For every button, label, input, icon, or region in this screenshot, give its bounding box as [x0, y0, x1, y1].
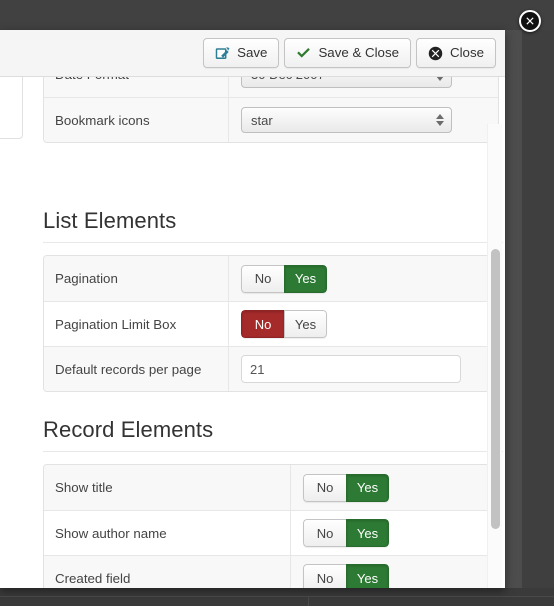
- date-format-select[interactable]: 30 Dec 2007: [241, 77, 452, 88]
- row-control: 30 Dec 2007: [229, 77, 498, 97]
- close-button-label: Close: [450, 45, 484, 61]
- modal-close-icon-button[interactable]: [519, 10, 541, 32]
- pagination-limit-box-toggle-yes[interactable]: Yes: [284, 310, 327, 338]
- pagination-toggle-yes[interactable]: Yes: [284, 264, 327, 293]
- table-row: Default records per page: [44, 346, 498, 391]
- section-title: List Elements: [43, 208, 177, 233]
- save-and-close-button-label: Save & Close: [318, 45, 399, 61]
- record-elements-table: Show title No Yes Show author name No Ye…: [43, 464, 497, 588]
- chevron-updown-icon: [436, 114, 444, 126]
- section-header-record-elements: Record Elements: [43, 417, 503, 452]
- row-control: [229, 347, 498, 391]
- row-label: Pagination Limit Box: [44, 302, 229, 346]
- pagination-limit-box-toggle-no[interactable]: No: [241, 310, 284, 338]
- table-row: Pagination Limit Box No Yes: [44, 301, 498, 346]
- show-title-toggle[interactable]: No Yes: [303, 473, 389, 502]
- table-row: Show author name No Yes: [44, 510, 496, 555]
- show-title-toggle-no[interactable]: No: [303, 473, 346, 502]
- row-control: star: [229, 98, 498, 142]
- close-button[interactable]: Close: [416, 38, 496, 68]
- section-divider: [43, 242, 503, 243]
- chevron-updown-icon: [436, 77, 444, 81]
- created-field-toggle-yes[interactable]: Yes: [346, 564, 389, 588]
- scrollbar-thumb[interactable]: [491, 249, 500, 529]
- pagination-toggle-no[interactable]: No: [241, 264, 284, 293]
- show-author-name-toggle[interactable]: No Yes: [303, 519, 389, 547]
- created-field-toggle-no[interactable]: No: [303, 564, 346, 588]
- save-button-label: Save: [237, 45, 268, 61]
- check-icon: [296, 47, 311, 60]
- row-control: No Yes: [291, 511, 496, 555]
- modal-toolbar: Save Save & Close Close: [0, 30, 505, 77]
- show-title-toggle-yes[interactable]: Yes: [346, 473, 389, 502]
- table-row: Created field No Yes: [44, 555, 496, 588]
- default-records-per-page-input[interactable]: [241, 355, 461, 383]
- backdrop-bottom-line: [0, 596, 554, 597]
- row-control: No Yes: [291, 465, 496, 510]
- backdrop-top: [0, 0, 554, 30]
- toolbar-button-group: Save Save & Close Close: [203, 38, 496, 68]
- edit-square-icon: [215, 46, 230, 61]
- modal-scroll-body[interactable]: Date Format 30 Dec 2007 Bookmark icons: [0, 77, 505, 588]
- row-label: Show author name: [44, 511, 291, 555]
- row-control: No Yes: [229, 302, 498, 346]
- pagination-limit-box-toggle[interactable]: No Yes: [241, 310, 327, 338]
- row-control: No Yes: [291, 556, 496, 588]
- backdrop-bottom-divider: [308, 596, 309, 606]
- row-label: Date Format: [44, 77, 229, 97]
- adjacent-panel-fragment: [0, 77, 23, 139]
- row-label: Bookmark icons: [44, 98, 229, 142]
- table-row: Date Format 30 Dec 2007: [44, 77, 498, 97]
- row-control: No Yes: [229, 256, 498, 301]
- close-circle-icon: [428, 46, 443, 61]
- row-label: Pagination: [44, 256, 229, 301]
- save-button[interactable]: Save: [203, 38, 280, 68]
- bookmark-icons-select[interactable]: star: [241, 107, 452, 133]
- table-row: Show title No Yes: [44, 465, 496, 510]
- show-author-name-toggle-yes[interactable]: Yes: [346, 519, 389, 547]
- table-row: Pagination No Yes: [44, 256, 498, 301]
- page-root: Save Save & Close Close Bookmark icons s…: [0, 0, 554, 606]
- table-row: Bookmark icons star: [44, 97, 498, 142]
- close-x-icon: [526, 17, 534, 25]
- section-title: Record Elements: [43, 417, 214, 442]
- backdrop-right-outer: [522, 30, 554, 588]
- show-author-name-toggle-no[interactable]: No: [303, 519, 346, 547]
- row-label: Show title: [44, 465, 291, 510]
- section-divider: [43, 451, 503, 452]
- row-label: Default records per page: [44, 347, 229, 391]
- bookmark-icons-select-value: star: [251, 112, 273, 128]
- date-format-select-value: 30 Dec 2007: [251, 77, 325, 82]
- list-elements-table: Pagination No Yes Pagination Limit Box N…: [43, 255, 499, 392]
- section-header-list-elements: List Elements: [43, 208, 503, 243]
- settings-modal: Save Save & Close Close Bookmark icons s…: [0, 30, 505, 588]
- save-and-close-button[interactable]: Save & Close: [284, 38, 411, 68]
- created-field-toggle[interactable]: No Yes: [303, 564, 389, 588]
- row-label: Created field: [44, 556, 291, 588]
- backdrop-bottom: [0, 588, 554, 606]
- pagination-toggle[interactable]: No Yes: [241, 264, 327, 293]
- general-settings-table: Date Format 30 Dec 2007 Bookmark icons: [43, 77, 499, 143]
